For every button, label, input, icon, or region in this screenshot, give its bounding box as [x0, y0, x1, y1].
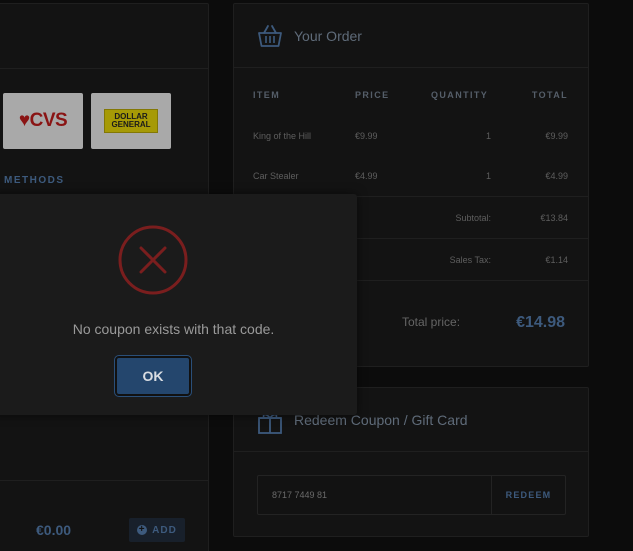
store-option-cvs[interactable]: ♥CVS	[3, 93, 83, 149]
order-item-total: €9.99	[545, 131, 568, 141]
order-item-price: €9.99	[355, 131, 378, 141]
order-item-name: King of the Hill	[253, 131, 312, 141]
column-header-quantity: QUANTITY	[431, 90, 489, 100]
store-option-dollar-general[interactable]: DOLLAR GENERAL	[91, 93, 171, 149]
dollar-general-logo-line2: GENERAL	[111, 120, 151, 129]
error-x-icon	[118, 225, 188, 295]
error-dialog: No coupon exists with that code. OK	[0, 194, 357, 415]
subtotal-value: €13.84	[540, 213, 568, 223]
error-message: No coupon exists with that code.	[72, 321, 275, 337]
column-header-item: ITEM	[253, 90, 281, 100]
order-header: Your Order	[234, 4, 588, 68]
cvs-logo: ♥CVS	[18, 110, 68, 131]
dollar-general-logo: DOLLAR GENERAL	[104, 109, 158, 133]
coupon-form: REDEEM	[257, 475, 566, 515]
add-button-label: ADD	[152, 524, 177, 536]
order-item-quantity: 1	[485, 131, 491, 141]
total-price-label: Total price:	[402, 315, 461, 329]
subtotal-label: Subtotal:	[455, 213, 491, 223]
add-button[interactable]: + ADD	[129, 518, 185, 542]
total-price-value: €14.98	[516, 314, 565, 331]
redeem-button[interactable]: REDEEM	[491, 476, 565, 514]
order-item-price: €4.99	[355, 171, 378, 181]
sales-tax-value: €1.14	[545, 255, 568, 265]
payment-methods-link[interactable]: METHODS	[4, 175, 65, 186]
order-item-quantity: 1	[485, 171, 491, 181]
basket-icon	[258, 25, 282, 47]
order-item-name: Car Stealer	[253, 171, 299, 181]
divider	[0, 480, 208, 481]
divider	[0, 68, 208, 69]
column-header-total: TOTAL	[531, 90, 568, 100]
plus-circle-icon: +	[137, 524, 148, 535]
sales-tax-label: Sales Tax:	[449, 255, 491, 265]
balance-amount: €0.00	[36, 522, 72, 538]
order-item-total: €4.99	[545, 171, 568, 181]
ok-button[interactable]: OK	[115, 356, 191, 396]
coupon-code-input[interactable]	[258, 476, 492, 514]
order-title: Your Order	[294, 28, 362, 44]
column-header-price: PRICE	[355, 90, 390, 100]
